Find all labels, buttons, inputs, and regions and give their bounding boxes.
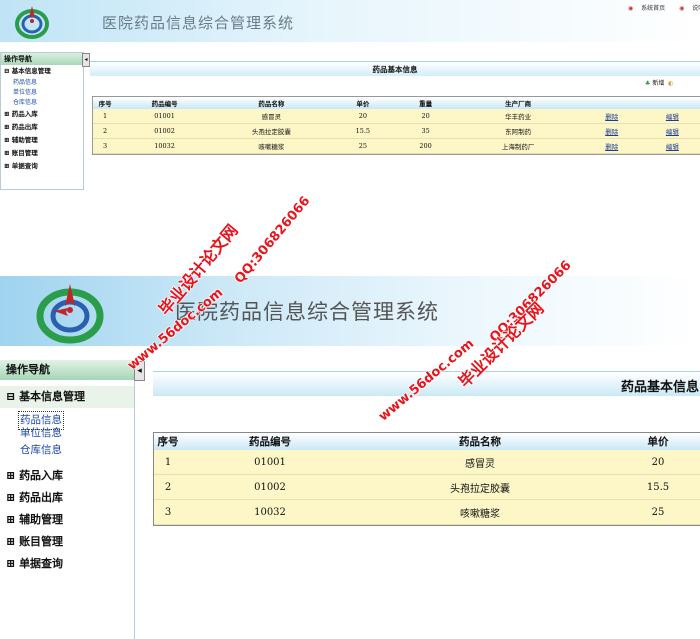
col-header: 重量 bbox=[394, 97, 457, 109]
cell-price: 20 bbox=[330, 109, 395, 124]
cell-weight: 35 bbox=[394, 123, 457, 139]
nav-item-warehouse-info[interactable]: 仓库信息 bbox=[0, 442, 134, 459]
cell-code: 01001 bbox=[182, 450, 358, 475]
col-header: 单价 bbox=[330, 97, 395, 109]
col-header bbox=[643, 97, 700, 109]
cell-code: 01002 bbox=[117, 123, 212, 139]
cell-name: 咳嗽糖浆 bbox=[358, 499, 602, 525]
table-row: 1 01001 感冒灵 20 20 华丰药业 删除 编辑 bbox=[93, 109, 700, 124]
cell-name: 感冒灵 bbox=[358, 450, 602, 475]
drug-table: 序号 药品编号 药品名称 单价 重量 生产厂商 1 01001 感冒灵 20 2… bbox=[92, 96, 700, 155]
sidebar: 操作导航 ⊟ 基本信息管理 药品信息 单位信息 仓库信息 ⊞ 药品入库 ⊞ 药品… bbox=[0, 52, 84, 190]
cell-name: 感冒灵 bbox=[211, 109, 331, 124]
hospital-logo-icon bbox=[15, 6, 49, 39]
nav-group-receipts[interactable]: ⊞ 单据查询 bbox=[1, 160, 83, 173]
cell-maker: 东阿制药 bbox=[456, 123, 580, 139]
nav-group-accounts[interactable]: ⊞ 账目管理 bbox=[1, 147, 83, 160]
cell-maker: 上海制药厂 bbox=[456, 138, 580, 154]
nav-item-warehouse-info[interactable]: 仓库信息 bbox=[1, 98, 83, 108]
table-row: 2 01002 头孢拉定胶囊 15.5 bbox=[154, 474, 700, 500]
col-header bbox=[579, 97, 644, 109]
edit-link[interactable]: 编辑 bbox=[643, 138, 700, 154]
hospital-logo-icon bbox=[36, 284, 104, 344]
home-link[interactable]: ◉ 系统首页 bbox=[628, 5, 671, 12]
edit-link[interactable]: 编辑 bbox=[643, 123, 700, 139]
nav-group-accounts[interactable]: ⊞ 账目管理 bbox=[0, 531, 134, 553]
col-header: 序号 bbox=[154, 433, 182, 450]
page-title: 药品基本信息 bbox=[372, 65, 418, 74]
cell-maker: 华丰药业 bbox=[456, 109, 580, 124]
cell-name: 咳嗽糖浆 bbox=[211, 138, 331, 154]
sidebar-zoomed: 操作导航 ⊟ 基本信息管理 药品信息 单位信息 仓库信息 ⊞ 药品入库 ⊞ 药品… bbox=[0, 360, 135, 639]
nav-group-basic-info[interactable]: ⊟ 基本信息管理 bbox=[1, 65, 83, 78]
col-header: 生产厂商 bbox=[456, 97, 580, 109]
cell-no: 2 bbox=[93, 123, 118, 139]
cell-weight: 20 bbox=[394, 109, 457, 124]
col-header: 药品编号 bbox=[117, 97, 212, 109]
nav-group-receipts[interactable]: ⊞ 单据查询 bbox=[0, 553, 134, 575]
cell-code: 10032 bbox=[182, 499, 358, 525]
nav-group-stock-in[interactable]: ⊞ 药品入库 bbox=[0, 465, 134, 487]
cell-no: 3 bbox=[93, 138, 118, 154]
add-button[interactable]: ♣ 新增 bbox=[645, 80, 664, 87]
cell-price: 25 bbox=[602, 499, 700, 525]
nav-group-aux[interactable]: ⊞ 辅助管理 bbox=[1, 134, 83, 147]
table-row: 3 10032 咳嗽糖浆 25 200 上海制药厂 删除 编辑 bbox=[93, 138, 700, 154]
col-header: 序号 bbox=[93, 97, 118, 109]
edit-link[interactable]: 编辑 bbox=[643, 109, 700, 124]
cell-no: 1 bbox=[154, 450, 182, 475]
col-header: 药品名称 bbox=[211, 97, 331, 109]
table-row: 3 10032 咳嗽糖浆 25 bbox=[154, 499, 700, 525]
nav-item-drug-info[interactable]: 药品信息 bbox=[1, 78, 83, 88]
sidebar-heading: 操作导航 bbox=[0, 360, 134, 380]
nav-group-stock-out[interactable]: ⊞ 药品出库 bbox=[0, 487, 134, 509]
delete-link[interactable]: 删除 bbox=[579, 138, 644, 154]
help-link[interactable]: ◉ 说明 bbox=[679, 5, 700, 12]
cell-code: 01001 bbox=[117, 109, 212, 124]
zoomed-screenshot: 医院药品信息综合管理系统 操作导航 ⊟ 基本信息管理 药品信息 单位信息 仓库信… bbox=[0, 276, 700, 639]
app-title: 医院药品信息综合管理系统 bbox=[102, 14, 295, 32]
app-header-zoomed: 医院药品信息综合管理系统 bbox=[0, 276, 700, 346]
add-icon: ♣ bbox=[645, 80, 651, 87]
cell-weight: 200 bbox=[394, 138, 457, 154]
col-header: 单价 bbox=[602, 433, 700, 450]
cell-price: 25 bbox=[330, 138, 395, 154]
sidebar-heading: 操作导航 bbox=[1, 53, 83, 65]
cell-price: 15.5 bbox=[602, 474, 700, 500]
cell-no: 3 bbox=[154, 499, 182, 525]
cell-code: 10032 bbox=[117, 138, 212, 154]
table-row: 1 01001 感冒灵 20 bbox=[154, 450, 700, 475]
action-bar: ♣ 新增 ◐ bbox=[645, 78, 673, 87]
cell-code: 01002 bbox=[182, 474, 358, 500]
drug-table-zoomed: 序号 药品编号 药品名称 单价 1 01001 感冒灵 20 2 01002 头… bbox=[153, 432, 700, 526]
col-header: 药品编号 bbox=[182, 433, 358, 450]
delete-link[interactable]: 删除 bbox=[579, 109, 644, 124]
sidebar-collapse-button[interactable]: ◂ bbox=[82, 53, 90, 67]
table-header-row: 序号 药品编号 药品名称 单价 bbox=[154, 433, 700, 450]
cell-name: 头孢拉定胶囊 bbox=[211, 123, 331, 139]
overview-screenshot: 医院药品信息综合管理系统 ◉ 系统首页 ◉ 说明 操作导航 ⊟ 基本信息管理 药… bbox=[0, 0, 700, 262]
page-title: 药品基本信息 bbox=[621, 380, 700, 395]
cell-price: 20 bbox=[602, 450, 700, 475]
cell-price: 15.5 bbox=[330, 123, 395, 139]
nav-item-unit-info[interactable]: 单位信息 bbox=[1, 88, 83, 98]
nav-group-stock-out[interactable]: ⊞ 药品出库 bbox=[1, 121, 83, 134]
nav-group-stock-in[interactable]: ⊞ 药品入库 bbox=[1, 108, 83, 121]
top-links: ◉ 系统首页 ◉ 说明 bbox=[628, 3, 700, 12]
table-header-row: 序号 药品编号 药品名称 单价 重量 生产厂商 bbox=[93, 97, 700, 109]
app-header: 医院药品信息综合管理系统 ◉ 系统首页 ◉ 说明 bbox=[0, 0, 700, 42]
nav-group-basic-info[interactable]: ⊟ 基本信息管理 bbox=[0, 386, 134, 408]
col-header: 药品名称 bbox=[358, 433, 602, 450]
nav-group-aux[interactable]: ⊞ 辅助管理 bbox=[0, 509, 134, 531]
page-title-band: 药品基本信息 bbox=[90, 61, 700, 76]
table-row: 2 01002 头孢拉定胶囊 15.5 35 东阿制药 删除 编辑 bbox=[93, 123, 700, 139]
delete-link[interactable]: 删除 bbox=[579, 123, 644, 139]
cell-no: 1 bbox=[93, 109, 118, 124]
back-icon[interactable]: ◐ bbox=[668, 80, 673, 87]
cell-name: 头孢拉定胶囊 bbox=[358, 474, 602, 500]
nav-item-unit-info[interactable]: 单位信息 bbox=[0, 425, 134, 442]
cell-no: 2 bbox=[154, 474, 182, 500]
